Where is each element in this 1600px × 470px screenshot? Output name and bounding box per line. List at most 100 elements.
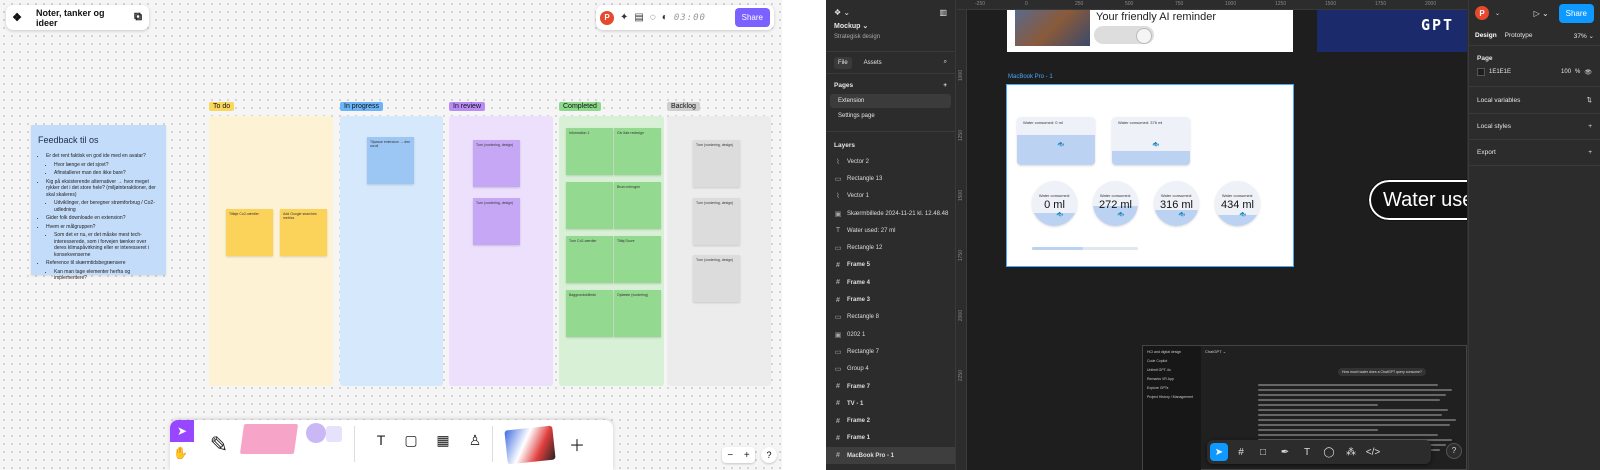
sticky-note[interactable]: Information 1 [566,128,613,175]
layer-item[interactable]: ▣ 0202 1 [826,326,955,343]
sticky-note[interactable]: Oplæste (vurdering) [614,290,661,337]
file-name[interactable]: Mockup ⌄ [834,22,947,30]
gpt-banner-frame[interactable]: GPT [1317,10,1467,52]
move-tool-icon[interactable]: ➤ [1210,443,1228,461]
macbook-frame[interactable]: Water consumed: 0 ml 🐟 Water consumed: 376… [1006,84,1294,267]
help-icon[interactable]: ? [1446,443,1462,459]
frame-label[interactable]: MacBook Pro - 1 [1008,74,1053,80]
sticky-note[interactable]: Turn Co2-værdier [566,236,613,283]
color-swatch[interactable] [1477,68,1485,76]
layer-item[interactable]: # Frame 4 [826,274,955,291]
layer-item[interactable]: ▭ Rectangle 12 [826,239,955,256]
sticky-note[interactable]: Add Google searches metrics [280,209,327,256]
add-export-icon[interactable]: + [1588,149,1592,156]
layer-item[interactable]: ▭ Rectangle 7 [826,343,955,360]
avatar[interactable]: P [1475,6,1489,20]
sticky-note[interactable]: Baggrundsbillede [566,290,613,337]
page-color-value[interactable]: 1E1E1E [1489,69,1511,75]
column-label-completed[interactable]: Completed [559,102,601,111]
layout-icon[interactable]: ▤ [634,12,643,23]
column-label-backlog[interactable]: Backlog [667,102,700,111]
chat-sidebar-item[interactable]: HCI and digital design [1147,350,1197,354]
eye-icon[interactable]: 👁 [1584,69,1592,76]
timer-display[interactable]: 03:00 [674,13,706,23]
add-style-icon[interactable]: + [1588,123,1592,130]
layer-item[interactable]: # Frame 5 [826,257,955,274]
share-button[interactable]: Share [734,8,770,27]
marker-tool-icon[interactable]: ✎ [208,432,230,458]
tab-prototype[interactable]: Prototype [1505,32,1533,39]
shape-tool-icon[interactable] [306,423,326,443]
comment-tool-icon[interactable]: ◯ [1320,443,1338,461]
select-tool-icon[interactable]: ➤ [170,420,194,442]
variables-icon[interactable]: ⇅ [1587,96,1592,104]
actions-tool-icon[interactable]: ⁂ [1342,443,1360,461]
frame-tool-icon[interactable]: # [1232,443,1250,461]
share-button[interactable]: Share [1558,3,1594,23]
column-label-in-progress[interactable]: In progress [340,102,384,111]
toggle-switch[interactable] [1094,26,1154,44]
section-tool-icon[interactable]: ▢ [400,432,422,449]
table-tool-icon[interactable]: ▦ [432,432,454,449]
text-tool-icon[interactable]: T [1298,443,1316,461]
sticky-note[interactable]: Turn (vurdering, design) [693,255,740,302]
feedback-card[interactable]: Feedback til os Er det rent faktisk en g… [31,125,166,281]
layer-item[interactable]: ⌇ Vector 2 [826,153,955,170]
page-opacity-value[interactable]: 100 [1561,69,1571,75]
present-icon[interactable]: ▷ ⌄ [1534,9,1549,18]
sticky-note[interactable]: Turn (vurdering, design) [693,198,740,245]
water-card[interactable]: Water consumed: 0 ml 🐟 [1017,117,1095,165]
sticky-note[interactable]: Tilføj Score [614,236,661,283]
rectangle-tool-icon[interactable]: □ [1254,443,1272,461]
layer-item[interactable]: ▭ Rectangle 13 [826,170,955,187]
chat-sidebar-item[interactable]: Code Copilot [1147,359,1197,363]
layer-item[interactable]: ▭ Group 4 [826,361,955,378]
comment-icon[interactable]: ◌ [650,12,656,23]
hand-tool-icon[interactable]: ✋ [173,446,188,460]
sticky-note[interactable]: Turn (vurdering, design) [693,140,740,187]
chat-sidebar-item[interactable]: Remarks VR App [1147,377,1197,381]
layer-item[interactable]: # TV - 1 [826,395,955,412]
layer-item[interactable]: ⌇ Vector 1 [826,188,955,205]
help-icon[interactable]: ? [761,447,777,463]
zoom-out-icon[interactable]: − [727,450,733,461]
chat-sidebar-item[interactable]: Project History / Management [1147,395,1197,399]
chat-sidebar-item[interactable]: Explore GPTs [1147,386,1197,390]
page-color-row[interactable]: 1E1E1E 100 % 👁 [1469,66,1600,87]
zoom-level[interactable]: 37% ⌄ [1574,32,1594,40]
board-title[interactable]: Noter, tanker og ideer [28,8,127,28]
design-canvas[interactable]: -250 0 250 500 750 1000 1250 1500 1750 2000 1000 1… [957,0,1467,470]
tab-assets[interactable]: Assets [864,60,882,66]
export-section[interactable]: Export + [1469,140,1600,166]
figjam-board[interactable]: ❖ Noter, tanker og ideer ⧉ P ✦ ▤ ◌ ◐ 03:… [0,0,782,470]
water-circle[interactable]: Water consumed: 434 ml 🐟 [1215,181,1260,226]
text-tool-icon[interactable]: T [370,432,392,448]
sticky-note[interactable]: Turn (vurdering, design) [473,198,520,245]
sparkle-icon[interactable]: ✦ [620,12,628,23]
column-label-in-review[interactable]: In review [449,102,486,111]
sticky-note[interactable] [566,182,613,229]
plus-icon[interactable]: ＋ [566,432,588,456]
figma-logo-icon[interactable]: ❖ ⌄ [834,8,850,17]
widgets-icon[interactable] [504,425,556,465]
pages-icon[interactable]: ⧉ [127,11,149,24]
dev-mode-icon[interactable]: </> [1364,443,1382,461]
layer-item[interactable]: # Frame 3 [826,291,955,308]
layer-item[interactable]: # MacBook Pro - 1 [826,447,955,465]
layer-item[interactable]: # Frame 1 [826,430,955,447]
figma-logo-icon[interactable]: ❖ [6,11,28,24]
tab-design[interactable]: Design [1475,32,1497,39]
local-styles-section[interactable]: Local styles + [1469,114,1600,140]
search-icon[interactable]: ⌕ [944,59,947,66]
chat-sidebar-item[interactable]: Unlimit GPT-4o [1147,368,1197,372]
layer-item[interactable]: ▣ Skærmbillede 2024-11-21 kl. 12.48.48 [826,205,955,222]
figjam-file-menu[interactable]: ❖ Noter, tanker og ideer ⧉ [6,5,149,30]
tab-file[interactable]: File [834,56,852,69]
zoom-in-icon[interactable]: + [744,450,750,461]
water-circle[interactable]: Water consumed: 272 ml 🐟 [1093,181,1138,226]
sticky-note[interactable]: Turn (vurdering, design) [473,140,520,187]
water-circle[interactable]: Water consumed: 316 ml 🐟 [1154,181,1199,226]
chevron-down-icon[interactable]: ⌄ [1495,10,1500,17]
stamp-tool-icon[interactable]: ♙ [464,432,486,449]
layer-item[interactable]: ▭ Rectangle 8 [826,309,955,326]
